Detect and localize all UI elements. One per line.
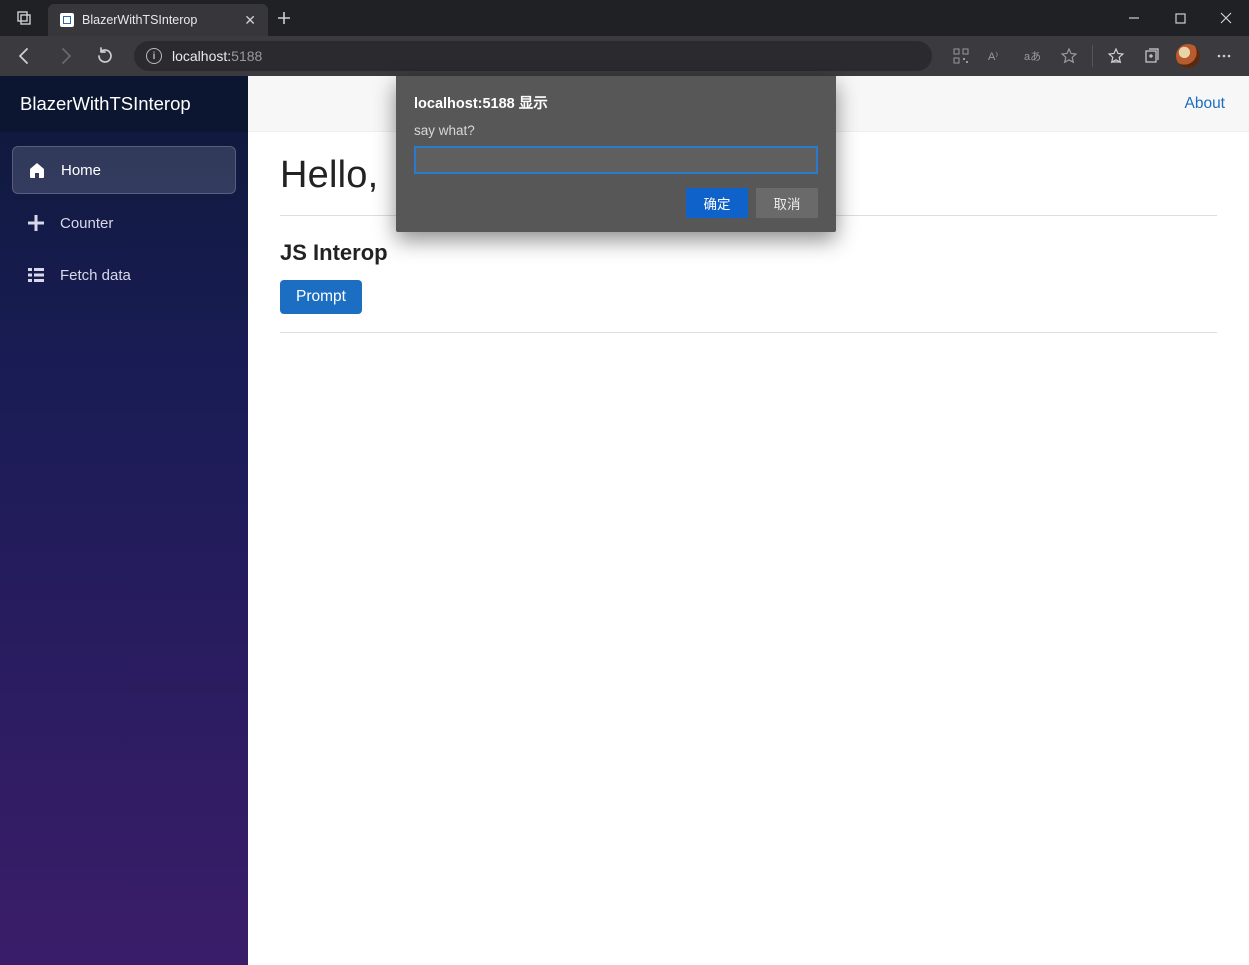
tab-actions-button[interactable] [0, 0, 48, 36]
sidebar: BlazerWithTSInterop Home Counter Fetch d… [0, 76, 248, 965]
brand-header[interactable]: BlazerWithTSInterop [0, 76, 248, 132]
svg-text:A⁾: A⁾ [988, 51, 998, 63]
prompt-button[interactable]: Prompt [280, 280, 362, 314]
nav-forward-button[interactable] [48, 40, 82, 72]
url-port: 5188 [231, 48, 262, 64]
address-bar[interactable]: i localhost:5188 [134, 41, 932, 71]
toolbar-right-icons: A⁾ aあ [944, 40, 1241, 72]
about-link[interactable]: About [1184, 95, 1225, 113]
favorite-star-icon[interactable] [1052, 40, 1086, 72]
dialog-message: say what? [414, 123, 818, 138]
brand-title: BlazerWithTSInterop [20, 93, 191, 115]
collections-icon[interactable] [1135, 40, 1169, 72]
tab-title: BlazerWithTSInterop [82, 13, 236, 27]
address-url: localhost:5188 [172, 48, 262, 64]
browser-toolbar: i localhost:5188 A⁾ aあ [0, 36, 1249, 76]
read-aloud-icon[interactable]: A⁾ [980, 40, 1014, 72]
sidebar-nav: Home Counter Fetch data [0, 132, 248, 312]
divider [280, 332, 1217, 333]
sidebar-item-fetch-data[interactable]: Fetch data [12, 252, 236, 298]
sidebar-item-counter[interactable]: Counter [12, 200, 236, 246]
dialog-cancel-button[interactable]: 取消 [756, 188, 818, 218]
dialog-ok-button[interactable]: 确定 [686, 188, 748, 218]
sidebar-item-label: Home [61, 162, 101, 179]
url-host: localhost: [172, 48, 231, 64]
nav-back-button[interactable] [8, 40, 42, 72]
section-title: JS Interop [280, 240, 1217, 266]
dialog-input[interactable] [414, 146, 818, 174]
nav-refresh-button[interactable] [88, 40, 122, 72]
page-viewport: BlazerWithTSInterop Home Counter Fetch d… [0, 76, 1249, 965]
window-close-button[interactable] [1203, 0, 1249, 36]
sidebar-item-home[interactable]: Home [12, 146, 236, 194]
window-maximize-button[interactable] [1157, 0, 1203, 36]
qr-icon[interactable] [944, 40, 978, 72]
translate-icon[interactable]: aあ [1016, 40, 1050, 72]
sidebar-item-label: Fetch data [60, 267, 131, 284]
tab-favicon [60, 13, 74, 27]
dialog-title: localhost:5188 显示 [414, 92, 818, 113]
tab-close-icon[interactable]: ✕ [244, 12, 256, 29]
list-icon [26, 265, 46, 285]
profile-button[interactable] [1171, 40, 1205, 72]
svg-text:aあ: aあ [1024, 50, 1041, 63]
window-titlebar: BlazerWithTSInterop ✕ [0, 0, 1249, 36]
dialog-button-row: 确定 取消 [414, 188, 818, 218]
plus-icon [26, 213, 46, 233]
sidebar-item-label: Counter [60, 215, 113, 232]
favorites-icon[interactable] [1099, 40, 1133, 72]
more-menu-icon[interactable] [1207, 40, 1241, 72]
browser-tab[interactable]: BlazerWithTSInterop ✕ [48, 4, 268, 36]
profile-avatar-icon [1176, 44, 1200, 68]
home-icon [27, 160, 47, 180]
new-tab-button[interactable] [268, 0, 300, 36]
window-minimize-button[interactable] [1111, 0, 1157, 36]
js-prompt-dialog: localhost:5188 显示 say what? 确定 取消 [396, 76, 836, 232]
site-info-icon[interactable]: i [146, 48, 162, 64]
